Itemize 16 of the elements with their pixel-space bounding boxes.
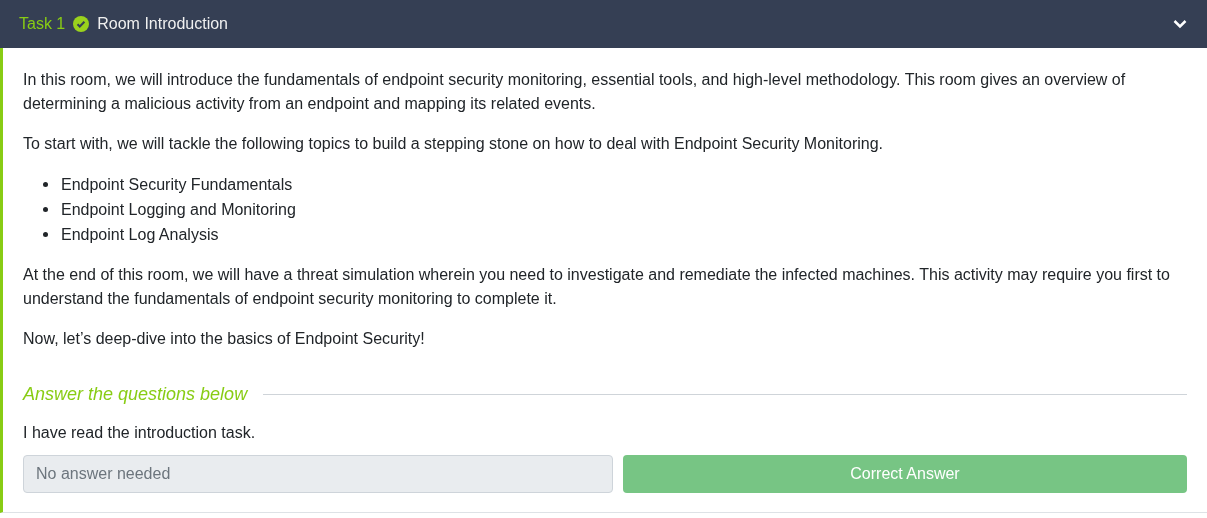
list-item: Endpoint Logging and Monitoring: [61, 199, 296, 220]
paragraph: To start with, we will tackle the following topics to build a stepping stone on how to deal with Endpoint Security Monitoring.: [23, 134, 884, 154]
task-title: Room Introduction: [97, 14, 228, 34]
paragraph: In this room, we will introduce the fundamentals of endpoint security monitoring, essential tools, and high-level methodology. This room gives an overview of determining a malicious activity from an endpoint and mapping its related events.: [23, 70, 1127, 114]
chevron-down-icon[interactable]: [1173, 19, 1187, 29]
paragraph: Now, let’s deep-dive into the basics of Endpoint Security!: [23, 329, 426, 349]
question-text: I have read the introduction task.: [23, 423, 257, 443]
section-heading: Answer the questions below: [23, 383, 248, 406]
list-item: Endpoint Log Analysis: [61, 224, 219, 245]
bullet-icon: [43, 182, 48, 187]
paragraph: At the end of this room, we will have a threat simulation wherein you need to investigate and remediate the infected machines. This activity may require you first to understand the fundamentals of endpoint security monitoring to complete it.: [23, 265, 1171, 309]
task-header[interactable]: Task 1 Room Introduction: [0, 0, 1207, 48]
bullet-icon: [43, 232, 48, 237]
bullet-icon: [43, 207, 48, 212]
list-item: Endpoint Security Fundamentals: [61, 174, 293, 195]
task-number: Task 1: [19, 14, 66, 34]
